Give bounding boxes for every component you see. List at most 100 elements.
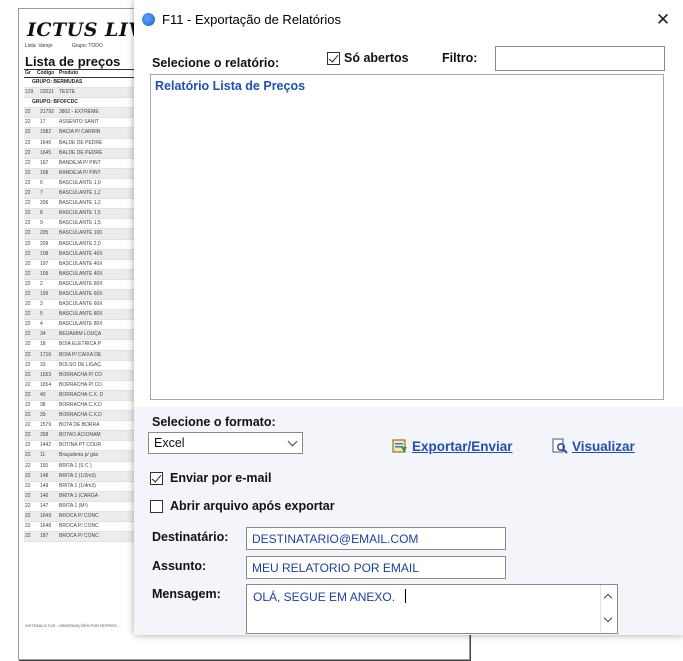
subject-input[interactable]: MEU RELATORIO POR EMAIL bbox=[246, 556, 506, 579]
report-row: 22 1442 BOTINA PT COUR bbox=[24, 441, 142, 452]
report-row: 22 4 BASCULANTE 80X bbox=[24, 320, 142, 331]
report-cell-gr: 22 bbox=[25, 139, 31, 146]
report-col-gr: Gr bbox=[25, 70, 31, 76]
report-row: 22 148 BRITA 1 (1/2m3) bbox=[24, 471, 142, 482]
only-open-checkbox[interactable] bbox=[327, 52, 340, 65]
report-cell-prod: BASCULANTE 40X bbox=[59, 270, 103, 277]
filter-input[interactable] bbox=[495, 46, 665, 71]
report-cell-prod: Braçadeira p/ gás bbox=[59, 452, 99, 459]
close-icon[interactable]: ✕ bbox=[651, 8, 675, 32]
report-cell-prod: BASCULANTE 80X bbox=[59, 311, 103, 318]
report-cell-gr: 22 bbox=[25, 412, 31, 419]
report-cell-gr: 22 bbox=[25, 200, 31, 207]
report-group-row: GRUPO: BERMUDAS bbox=[24, 78, 142, 89]
report-cell-cod: 1648 bbox=[40, 523, 52, 530]
report-cell-gr: 22 bbox=[25, 513, 31, 520]
export-send-label: Exportar/Enviar bbox=[412, 439, 513, 454]
report-row: 22 168 BANDEJA P/ PINT bbox=[24, 168, 142, 179]
report-cell-gr: 22 bbox=[25, 260, 31, 267]
report-cell-prod: BANDEJA P/ PINT bbox=[59, 169, 101, 176]
report-meta: Lista: Varejo Grupo: TODO bbox=[25, 43, 121, 49]
report-row: 22 167 BANDEJA P/ PINT bbox=[24, 159, 142, 169]
report-cell-prod: BOLSO DE LIGAÇ bbox=[59, 361, 101, 368]
report-cell-gr: 22 bbox=[25, 371, 31, 378]
scroll-down-icon[interactable] bbox=[603, 613, 613, 623]
report-cell-prod: BASCULANTE 80X bbox=[59, 321, 103, 328]
report-cell-cod: 199 bbox=[40, 290, 49, 297]
report-cell-gr: 22 bbox=[25, 250, 31, 257]
report-cell-prod: BASCULANTE 2,0 bbox=[59, 240, 101, 247]
report-cell-gr: 22 bbox=[25, 351, 31, 358]
report-list[interactable]: Relatório Lista de Preços bbox=[150, 74, 664, 400]
report-cell-prod: ASSENTO SANIT bbox=[59, 119, 99, 126]
message-label: Mensagem: bbox=[152, 587, 221, 601]
report-cell-cod: 149 bbox=[40, 482, 49, 489]
report-cell-cod: 2 bbox=[40, 280, 43, 287]
report-cell-prod: BOTA DE BORRA bbox=[59, 422, 100, 429]
report-row: 22 1648 BROCA P/ CONC bbox=[24, 522, 142, 533]
report-cell-prod: BALDE DE PEDRE bbox=[59, 149, 103, 156]
report-row: 22 6 BASCULANTE 1,0 bbox=[24, 179, 142, 190]
report-cell-prod: BASCULANTE 60X bbox=[59, 280, 103, 287]
report-heading: Lista de preços bbox=[25, 54, 121, 69]
report-row: 22 40 BORRACHA C.X. D bbox=[24, 390, 142, 401]
report-cell-cod: 1716 bbox=[40, 351, 52, 358]
report-row: 22 1646 BALDE DE PEDRE bbox=[24, 139, 142, 149]
report-cell-cod: 1649 bbox=[40, 513, 52, 520]
report-cell-cod: 1582 bbox=[40, 129, 52, 136]
report-cell-gr: 22 bbox=[25, 280, 31, 287]
send-email-checkbox[interactable] bbox=[150, 472, 163, 485]
title-bar[interactable]: F11 - Exportação de Relatórios ✕ bbox=[134, 0, 683, 40]
report-row: 22 38 BORRACHA C.X.D bbox=[24, 401, 142, 412]
send-email-label: Enviar por e-mail bbox=[170, 471, 272, 485]
format-select[interactable]: Excel bbox=[148, 432, 303, 454]
only-open-label: Só abertos bbox=[344, 51, 409, 65]
report-row: 22 205 BASCULANTE 100 bbox=[24, 229, 142, 240]
report-cell-cod: 206 bbox=[40, 200, 49, 207]
report-cell-gr: 22 bbox=[25, 240, 31, 247]
report-rows: GRUPO: BERMUDAS 129 22021 TESTE GRUPO: BFOFC… bbox=[24, 78, 142, 543]
export-send-link[interactable]: Exportar/Enviar bbox=[392, 438, 513, 457]
report-cell-prod: BASCULANTE 40X bbox=[59, 260, 103, 267]
report-cell-cod: 148 bbox=[40, 472, 49, 479]
report-cell-gr: 22 bbox=[25, 341, 31, 348]
subject-label: Assunto: bbox=[152, 559, 207, 573]
report-row: 22 1649 BROCA P/ CONC bbox=[24, 512, 142, 523]
report-cell-cod: 8 bbox=[40, 210, 43, 217]
message-scrollbar[interactable] bbox=[600, 585, 617, 633]
report-cell-gr: 22 bbox=[25, 109, 31, 116]
report-cell-cod: 197 bbox=[40, 260, 49, 267]
report-cell-gr: 22 bbox=[25, 321, 31, 328]
report-cell-gr: 22 bbox=[25, 462, 31, 469]
report-column-header: Gr Código Produto bbox=[24, 69, 142, 78]
report-cell-gr: 22 bbox=[25, 331, 31, 338]
report-cell-cod: 6 bbox=[40, 179, 43, 186]
report-cell-cod: 209 bbox=[40, 240, 49, 247]
message-textarea[interactable]: OLÁ, SEGUE EM ANEXO. bbox=[246, 584, 618, 634]
report-cell-gr: 22 bbox=[25, 190, 31, 197]
report-cell-prod: BACIA P/ CARRIN bbox=[59, 129, 101, 136]
report-cell-prod: BANDEJA P/ PINT bbox=[59, 159, 101, 166]
report-cell-gr: 22 bbox=[25, 311, 31, 318]
report-cell-cod: 33 bbox=[40, 361, 46, 368]
report-cell-prod: BORRACHA C.X. D bbox=[59, 391, 104, 398]
report-meta-list: Lista: Varejo bbox=[25, 43, 53, 49]
report-cell-prod: BASCULANTE 1,0 bbox=[59, 179, 101, 186]
report-row: 22 7 BASCULANTE 1,2 bbox=[24, 189, 142, 200]
report-row: 22 209 BASCULANTE 2,0 bbox=[24, 240, 142, 250]
report-cell-gr: 22 bbox=[25, 129, 31, 136]
scroll-up-icon[interactable] bbox=[603, 593, 613, 603]
report-row: 129 22021 TESTE bbox=[24, 88, 142, 99]
report-list-item[interactable]: Relatório Lista de Preços bbox=[155, 79, 305, 93]
report-row: 22 199 BASCULANTE 60X bbox=[24, 289, 142, 301]
recipient-input[interactable]: DESTINATARIO@EMAIL.COM bbox=[246, 527, 506, 550]
report-cell-cod: 358 bbox=[40, 432, 49, 439]
report-cell-cod: 108 bbox=[40, 250, 49, 257]
report-group-row: GRUPO: BFOFCDC bbox=[24, 98, 142, 109]
export-dialog: F11 - Exportação de Relatórios ✕ Selecio… bbox=[134, 0, 683, 635]
report-cell-prod: BOTINA PT COUR bbox=[59, 442, 102, 449]
open-after-export-checkbox[interactable] bbox=[150, 500, 163, 513]
view-link[interactable]: Visualizar bbox=[552, 438, 635, 457]
report-row: 22 206 BASCULANTE 1,2 bbox=[24, 199, 142, 210]
report-group-name: GRUPO: BERMUDAS bbox=[32, 79, 83, 85]
